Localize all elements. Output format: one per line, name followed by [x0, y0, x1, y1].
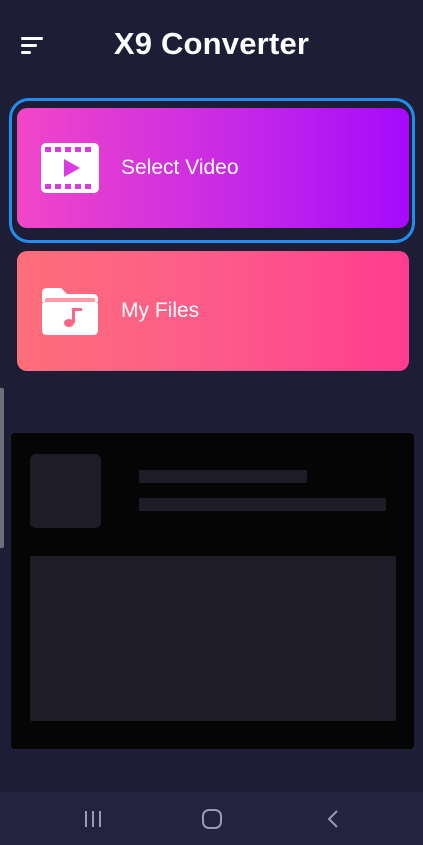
- back-button[interactable]: [303, 792, 363, 845]
- app-header: X9 Converter: [0, 0, 423, 92]
- back-chevron-icon: [327, 809, 338, 828]
- system-navigation-bar: [0, 792, 423, 845]
- edge-panel-handle[interactable]: [0, 388, 4, 548]
- skeleton-subtitle-line: [139, 498, 386, 511]
- home-icon: [202, 808, 222, 829]
- video-film-icon: [41, 143, 99, 193]
- recent-apps-icon: [85, 810, 101, 827]
- select-video-button[interactable]: Select Video: [17, 108, 409, 228]
- music-folder-icon: [42, 288, 98, 335]
- skeleton-media-block: [30, 556, 396, 721]
- my-files-label: My Files: [121, 299, 200, 322]
- select-video-label: Select Video: [121, 156, 239, 179]
- home-button[interactable]: [182, 792, 242, 845]
- skeleton-title-line: [139, 470, 307, 483]
- my-files-button[interactable]: My Files: [17, 251, 409, 371]
- app-title: X9 Converter: [113, 26, 310, 61]
- skeleton-thumbnail: [30, 454, 101, 528]
- native-ad-placeholder: [11, 433, 414, 749]
- recent-apps-button[interactable]: [63, 792, 123, 845]
